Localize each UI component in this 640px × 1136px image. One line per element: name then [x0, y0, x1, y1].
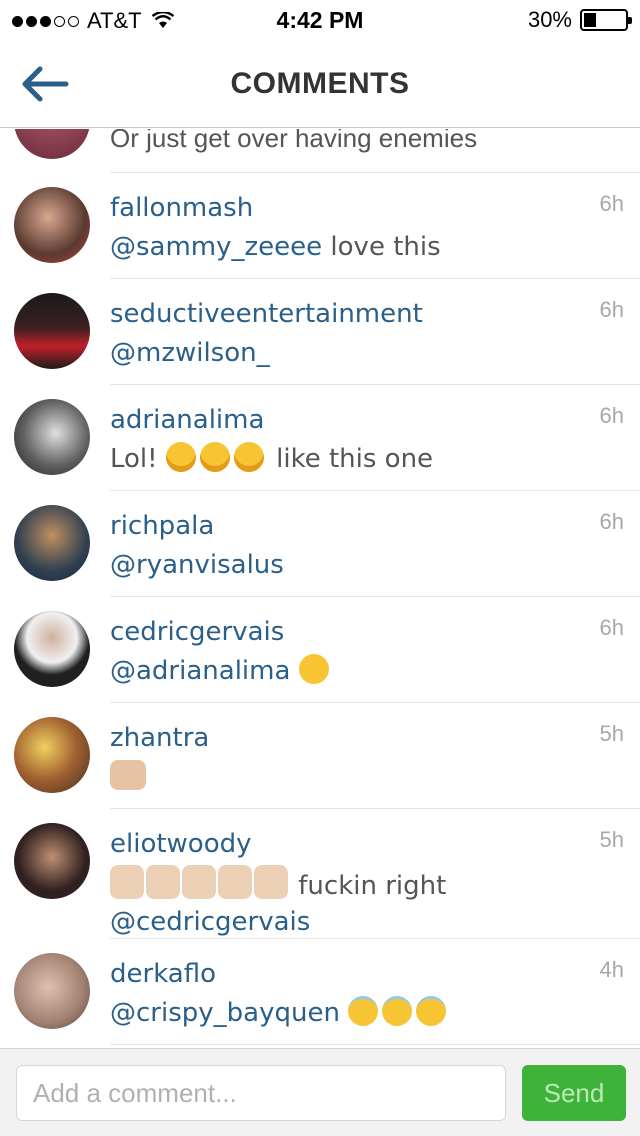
avatar[interactable] — [14, 717, 90, 793]
comment-timestamp: 6h — [599, 403, 624, 428]
laughing-emoji-icon — [233, 442, 264, 472]
halo-smile-emoji-icon — [382, 996, 413, 1026]
clapping-emoji-icon — [146, 865, 180, 899]
comment-input[interactable] — [16, 1065, 506, 1121]
comment-row-partial: Or just get over having enemies — [14, 129, 640, 173]
comment-timestamp: 5h — [599, 827, 624, 852]
clapping-emoji-icon — [218, 865, 252, 899]
comment-row: adrianalima Lol! like this one 6h — [14, 385, 640, 491]
comment-text: fuckin right @cedricgervais — [110, 865, 590, 940]
avatar[interactable] — [14, 293, 90, 369]
comment-row: seductiveentertainment @mzwilson_ 6h — [14, 279, 640, 385]
comment-composer: Send — [0, 1048, 640, 1136]
comment-username[interactable]: adrianalima — [110, 405, 264, 435]
nav-bar: COMMENTS — [0, 40, 640, 128]
comment-username[interactable]: cedricgervais — [110, 617, 284, 647]
comment-text: @ryanvisalus — [110, 547, 590, 583]
comment-mention[interactable]: @cedricgervais — [110, 907, 310, 937]
battery-icon — [580, 9, 632, 31]
laughing-emoji-icon — [165, 442, 196, 472]
avatar[interactable] — [14, 611, 90, 687]
comment-text: @crispy_bayquen — [110, 995, 590, 1031]
raised-hands-emoji-icon — [110, 760, 146, 790]
winking-emoji-icon — [298, 654, 329, 684]
comment-row: fallonmash @sammy_zeeee love this 6h — [14, 173, 640, 279]
comment-row: eliotwoody fuckin right @cedricgervais 5h — [14, 809, 640, 940]
comment-row: zhantra 5h — [14, 703, 640, 809]
comment-row: derkaflo @crispy_bayquen 4h — [14, 939, 640, 1045]
status-bar: AT&T 4:42 PM 30% — [0, 0, 640, 40]
comment-row: richpala @ryanvisalus 6h — [14, 491, 640, 597]
comment-username[interactable]: richpala — [110, 511, 214, 541]
halo-smile-emoji-icon — [348, 996, 379, 1026]
comment-mention[interactable]: @adrianalima — [110, 656, 290, 686]
battery-percent: 30% — [527, 7, 572, 32]
comment-mention[interactable]: @crispy_bayquen — [110, 998, 340, 1028]
comment-text: @sammy_zeeee love this — [110, 232, 441, 262]
clapping-emoji-icon — [110, 865, 144, 899]
avatar[interactable] — [14, 129, 90, 159]
avatar[interactable] — [14, 505, 90, 581]
comment-mention[interactable]: @ryanvisalus — [110, 550, 284, 580]
laughing-emoji-icon — [199, 442, 230, 472]
halo-smile-emoji-icon — [416, 996, 447, 1026]
comment-timestamp: 6h — [599, 509, 624, 534]
comment-text: @adrianalima — [110, 653, 590, 689]
comment-row: cedricgervais @adrianalima 6h — [14, 597, 640, 703]
clapping-emoji-icon — [182, 865, 216, 899]
comment-text: Lol! like this one — [110, 442, 434, 474]
comment-text: Or just get over having enemies — [110, 129, 478, 153]
send-button[interactable]: Send — [522, 1065, 626, 1121]
avatar[interactable] — [14, 187, 90, 263]
comment-mention[interactable]: @sammy_zeeee — [110, 232, 322, 262]
comment-username[interactable]: eliotwoody — [110, 829, 252, 859]
comment-text — [110, 759, 590, 795]
comment-username[interactable]: zhantra — [110, 723, 209, 753]
comment-timestamp: 6h — [599, 615, 624, 640]
comment-username[interactable]: seductiveentertainment — [110, 299, 423, 329]
avatar[interactable] — [14, 399, 90, 475]
status-right: 30% — [527, 7, 632, 33]
avatar[interactable] — [14, 953, 90, 1029]
clapping-emoji-icon — [254, 865, 288, 899]
comment-username[interactable]: derkaflo — [110, 959, 216, 989]
comment-timestamp: 6h — [599, 297, 624, 322]
comment-timestamp: 5h — [599, 721, 624, 746]
comment-timestamp: 6h — [599, 191, 624, 216]
page-title: COMMENTS — [230, 67, 410, 100]
avatar[interactable] — [14, 823, 90, 899]
comment-timestamp: 4h — [599, 957, 624, 982]
comment-list[interactable]: Or just get over having enemies fallonma… — [0, 129, 640, 1047]
comment-username[interactable]: fallonmash — [110, 193, 253, 223]
comment-mention[interactable]: @mzwilson_ — [110, 338, 270, 368]
comment-text: @mzwilson_ — [110, 335, 590, 371]
